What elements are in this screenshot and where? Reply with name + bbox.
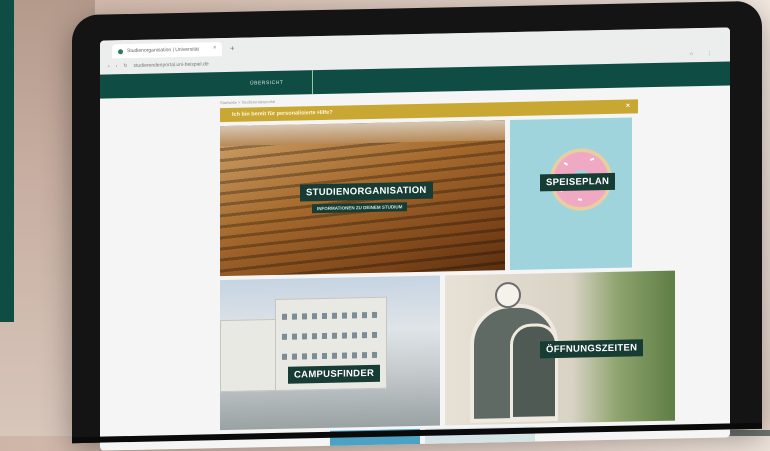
url-text[interactable]: studierendenportal.uni-beispiel.de bbox=[134, 61, 209, 69]
tile-title: ÖFFNUNGSZEITEN bbox=[540, 339, 644, 359]
tab-title: Studienorganisation | Universität bbox=[127, 46, 199, 55]
new-tab-icon[interactable]: + bbox=[230, 44, 235, 53]
alert-text: Ich bin bereit für personalisierte Hilfe… bbox=[232, 109, 333, 118]
tab-close-icon[interactable]: × bbox=[213, 45, 217, 51]
laptop: Studienorganisation | Universität × + ‹ … bbox=[72, 0, 762, 451]
tile-title: CAMPUSFINDER bbox=[288, 364, 381, 384]
tile-oeffnungszeiten[interactable]: ÖFFNUNGSZEITEN bbox=[445, 270, 675, 426]
nav-item-overview[interactable]: ÜBERSICHT bbox=[250, 80, 283, 87]
tile-speiseplan[interactable]: SPEISEPLAN bbox=[510, 117, 632, 271]
tile-subtitle: INFORMATIONEN ZU DEINEM STUDIUM bbox=[312, 202, 408, 214]
alert-close-icon[interactable]: × bbox=[626, 103, 630, 110]
breadcrumb[interactable]: Startseite > Studierendenportal bbox=[220, 99, 275, 105]
back-icon[interactable]: ‹ bbox=[108, 63, 110, 69]
building-image bbox=[220, 318, 282, 393]
favicon-icon bbox=[118, 48, 123, 54]
nav-divider bbox=[312, 70, 313, 95]
laptop-screen: Studienorganisation | Universität × + ‹ … bbox=[100, 27, 730, 451]
tile-title: STUDIENORGANISATION bbox=[300, 181, 433, 202]
tile-campusfinder[interactable]: CAMPUSFINDER bbox=[220, 275, 440, 431]
reload-icon[interactable]: ↻ bbox=[123, 63, 127, 69]
browser-toolbar-icons[interactable]: ☆ ⋮ bbox=[689, 50, 718, 57]
tile-title: SPEISEPLAN bbox=[540, 172, 616, 192]
background-green-wall bbox=[0, 0, 14, 322]
lecture-hall-image bbox=[220, 120, 505, 147]
browser-tab[interactable]: Studienorganisation | Universität bbox=[112, 42, 222, 59]
tile-studienorganisation[interactable]: STUDIENORGANISATION INFORMATIONEN ZU DEI… bbox=[220, 120, 505, 277]
forward-icon[interactable]: › bbox=[116, 63, 118, 69]
